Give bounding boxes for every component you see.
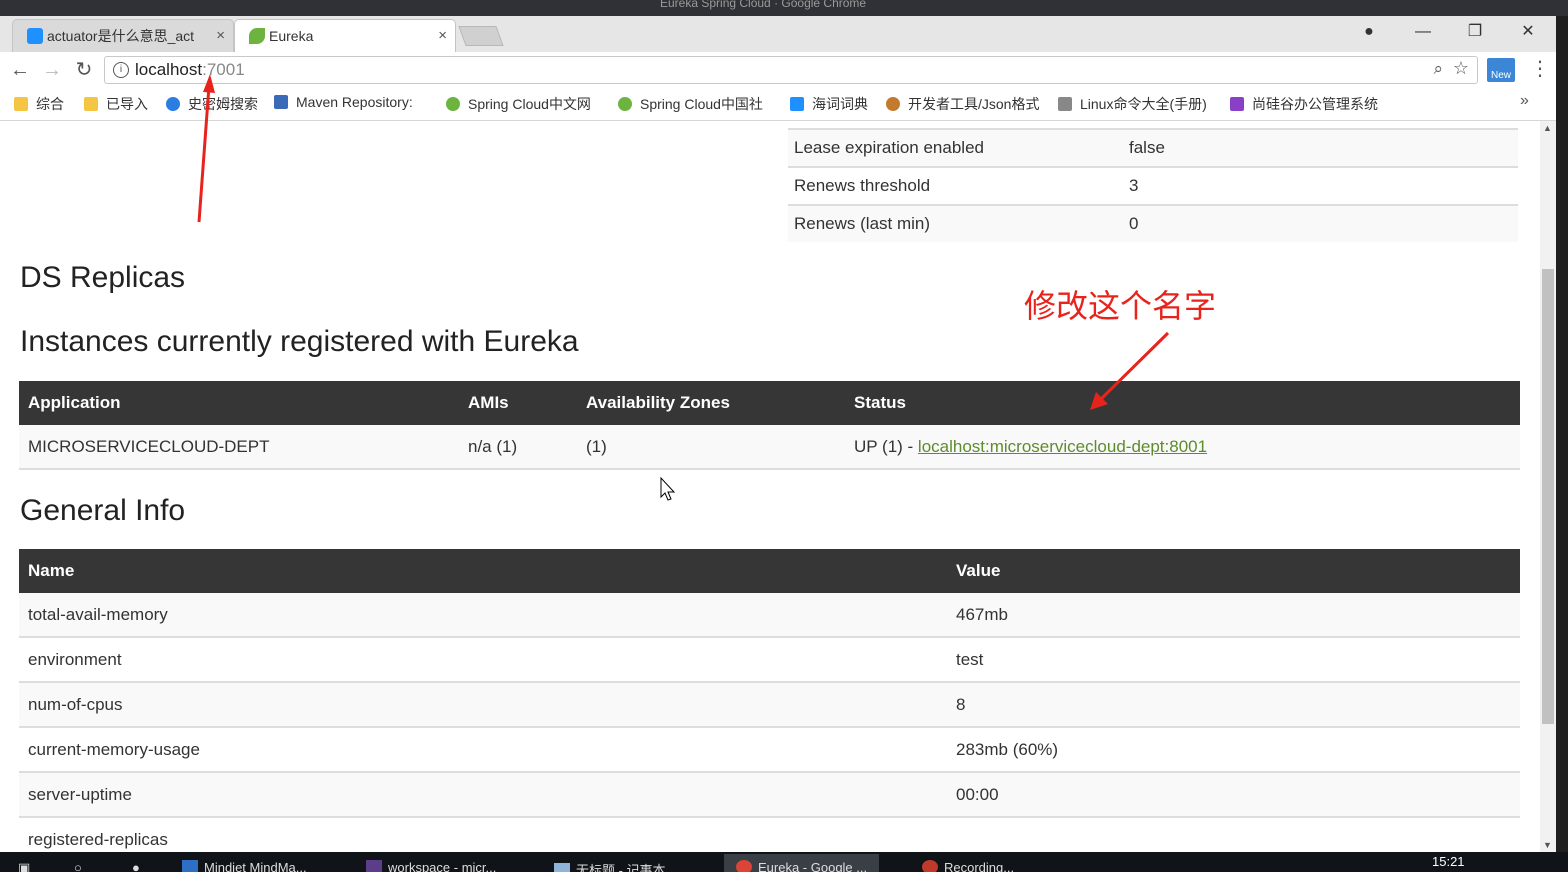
eclipse-icon xyxy=(366,860,382,872)
scroll-up-icon[interactable]: ▲ xyxy=(1543,123,1552,133)
mouse-cursor-icon xyxy=(660,476,676,501)
taskbar-app[interactable]: Mindjet MindMa... xyxy=(182,860,307,872)
window-edge xyxy=(1556,16,1568,852)
taskbar-app-active[interactable]: Eureka - Google ... xyxy=(724,854,880,872)
arrow-to-status xyxy=(1090,331,1170,410)
taskbar-app[interactable]: Recording... xyxy=(922,860,1014,872)
search-icon[interactable]: ○ xyxy=(74,860,82,872)
arrow-to-port xyxy=(197,74,215,223)
taskbar: ▣ ○ ● Mindjet MindMa... workspace - micr… xyxy=(0,852,1568,872)
taskbar-app[interactable]: 无标题 - 记事本 xyxy=(554,860,666,872)
annotation-arrows xyxy=(197,74,1170,501)
mindjet-icon xyxy=(182,860,198,872)
scroll-down-icon[interactable]: ▼ xyxy=(1543,840,1552,850)
scrollbar-thumb[interactable] xyxy=(1542,269,1554,724)
clock: 15:21 xyxy=(1432,854,1465,869)
windows-start-icon[interactable]: ▣ xyxy=(18,860,30,872)
notepad-icon xyxy=(554,863,570,872)
vertical-scrollbar[interactable]: ▲ ▼ xyxy=(1540,121,1556,852)
chrome-icon xyxy=(736,860,752,872)
recording-icon xyxy=(922,860,938,872)
qq-icon[interactable]: ● xyxy=(132,860,140,872)
taskbar-app[interactable]: workspace - micr... xyxy=(366,860,496,872)
